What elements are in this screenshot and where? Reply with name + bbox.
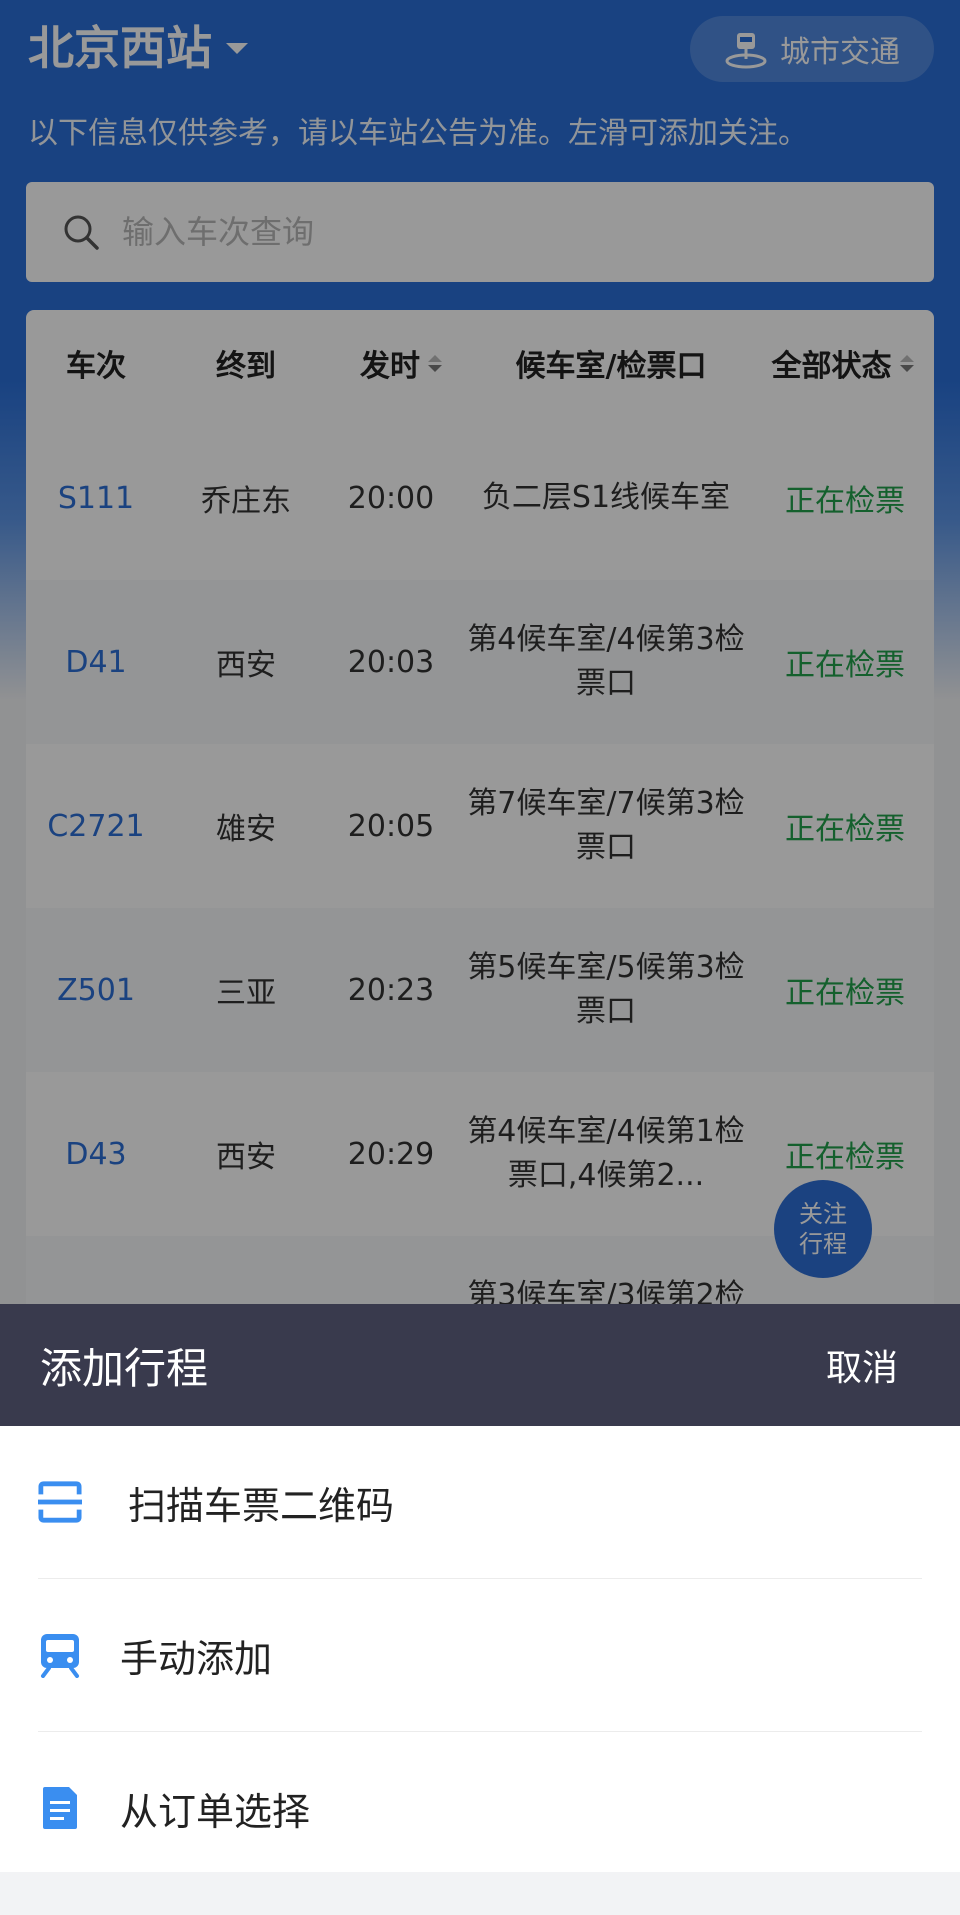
document-icon [38,1786,82,1830]
from-order-option[interactable]: 从订单选择 [0,1732,960,1884]
scan-icon [38,1480,82,1524]
from-order-label: 从订单选择 [120,1789,311,1834]
sheet-title: 添加行程 [40,1343,209,1393]
manual-add-option[interactable]: 手动添加 [0,1579,960,1731]
scan-ticket-option[interactable]: 扫描车票二维码 [0,1426,960,1578]
manual-add-label: 手动添加 [120,1636,273,1681]
train-icon [38,1633,82,1678]
page: 北京西站 城市交通 以下信息仅供参考，请以车站公告为准。左滑可添加关注。 车次 … [0,0,960,1915]
cancel-button[interactable]: 取消 [826,1339,898,1391]
action-sheet: 扫描车票二维码 手动添加 从订单选择 [0,1426,960,1872]
scan-ticket-label: 扫描车票二维码 [128,1483,395,1528]
modal-overlay[interactable] [0,0,960,1304]
sheet-header: 添加行程 取消 [0,1304,960,1426]
